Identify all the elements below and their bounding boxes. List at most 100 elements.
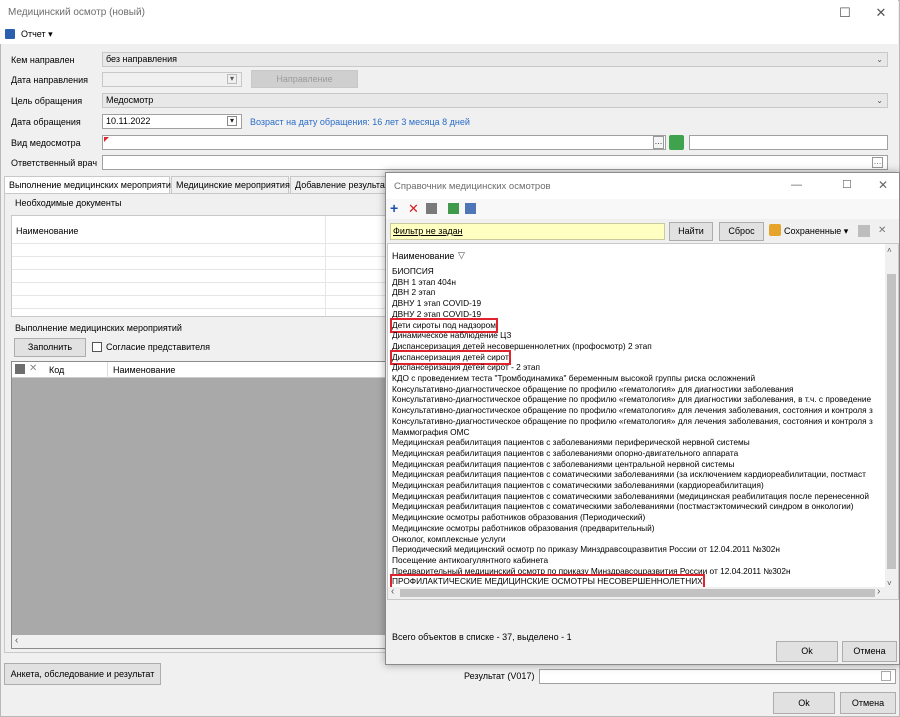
tab-medical-events[interactable]: Медицинские мероприятия	[171, 176, 290, 194]
delete-icon[interactable]: ✕	[408, 201, 419, 217]
maximize-icon[interactable]: ☐	[842, 178, 852, 191]
list-item[interactable]: Консультативно-диагностическое обращение…	[392, 384, 794, 395]
list-item-highlighted[interactable]: ПРОФИЛАКТИЧЕСКИЕ МЕДИЦИНСКИЕ ОСМОТРЫ НЕС…	[390, 574, 705, 590]
cancel-button[interactable]: Отмена	[840, 692, 896, 714]
list-item-highlighted[interactable]: Дети сироты под надзором	[390, 317, 498, 333]
plus-icon[interactable]	[15, 364, 25, 374]
h-scroll-thumb[interactable]	[400, 589, 875, 597]
list-item[interactable]: Онколог, комплексные услуги	[392, 534, 506, 545]
consent-checkbox[interactable]	[92, 342, 102, 352]
minimize-icon[interactable]: —	[791, 179, 802, 191]
saved-icon[interactable]	[769, 224, 781, 236]
list-item[interactable]: Медицинская реабилитация пациентов с сом…	[392, 501, 854, 512]
referred-by-select[interactable]: без направления ⌄	[102, 52, 888, 67]
scroll-left-icon[interactable]: ‹	[391, 586, 394, 597]
reset-button[interactable]: Сброс	[719, 222, 764, 241]
calendar-icon[interactable]: ▾	[227, 116, 237, 126]
list-item[interactable]: Медицинская реабилитация пациентов с заб…	[392, 459, 734, 470]
tab-add-result[interactable]: Добавление результат	[290, 176, 390, 194]
list-horizontal-scrollbar[interactable]: ‹ ›	[388, 586, 885, 599]
list-item[interactable]: Динамическое наблюдение ЦЗ	[392, 330, 511, 341]
anketa-button[interactable]: Анкета, обследование и результат	[4, 663, 161, 685]
table-row	[12, 269, 385, 270]
list-item[interactable]: Диспансеризация детей сирот - 2 этап	[392, 362, 540, 373]
list-item[interactable]: Медицинская реабилитация пациентов с сом…	[392, 480, 764, 491]
list-item[interactable]: Маммография ОМС	[392, 427, 470, 438]
doctor-field[interactable]: …	[102, 155, 888, 170]
ellipsis-icon[interactable]: …	[872, 157, 883, 168]
list-item[interactable]: ДВН 1 этап 404н	[392, 277, 456, 288]
scroll-down-icon[interactable]: ˅	[887, 579, 892, 588]
col-divider	[325, 216, 326, 316]
refresh-icon[interactable]	[669, 135, 684, 150]
maximize-icon[interactable]: ☐	[830, 3, 860, 23]
sort-icon[interactable]: ▽	[458, 250, 465, 261]
list-item[interactable]: ДВНУ 1 этап COVID-19	[392, 298, 481, 309]
horizontal-scrollbar[interactable]: ‹	[12, 635, 385, 648]
list-item[interactable]: Медицинские осмотры работников образован…	[392, 523, 655, 534]
scroll-right-icon[interactable]: ›	[877, 586, 880, 597]
report-menu[interactable]: Отчет ▾	[21, 29, 53, 40]
title-bar: Медицинский осмотр (новый) ☐ ✕	[0, 0, 898, 26]
refresh-icon[interactable]	[448, 203, 459, 214]
list-item[interactable]: Диспансеризация детей несовершеннолетних…	[392, 341, 652, 352]
add-icon[interactable]: +	[390, 200, 398, 216]
list-item[interactable]: Медицинская реабилитация пациентов с заб…	[392, 437, 750, 448]
vertical-scrollbar[interactable]: ˄ ˅	[885, 244, 898, 599]
referral-date-field[interactable]: ▾	[102, 72, 242, 87]
exam-type-extra-field[interactable]	[689, 135, 888, 150]
table-row	[12, 282, 385, 283]
export-icon[interactable]	[465, 203, 476, 214]
list-item[interactable]: КДО с проведением теста "Тромбодинамика"…	[392, 373, 755, 384]
exam-type-label: Вид медосмотра	[11, 138, 81, 148]
filter-link[interactable]: Фильтр не задан	[393, 226, 463, 236]
pin-icon[interactable]	[858, 225, 870, 237]
exam-list[interactable]: Наименование ▽ БИОПСИЯ ДВН 1 этап 404н ДВН…	[387, 243, 899, 600]
list-item[interactable]: БИОПСИЯ	[392, 266, 434, 277]
ok-button[interactable]: Ok	[773, 692, 835, 714]
visit-date-label: Дата обращения	[11, 117, 81, 127]
dialog-ok-button[interactable]: Ok	[776, 641, 838, 662]
fill-button[interactable]: Заполнить	[14, 338, 86, 357]
list-item[interactable]: Периодический медицинский осмотр по прик…	[392, 544, 780, 555]
table-row	[12, 243, 385, 244]
ellipsis-icon[interactable]: …	[653, 136, 664, 149]
purpose-select[interactable]: Медосмотр ⌄	[102, 93, 888, 108]
saved-dropdown[interactable]: Сохраненные ▾	[784, 226, 848, 237]
referral-button[interactable]: Направление	[251, 70, 358, 88]
scroll-thumb[interactable]	[887, 274, 896, 569]
docs-table: Наименование	[11, 215, 386, 317]
list-item[interactable]: ДВН 2 этап	[392, 287, 435, 298]
close-filter-icon[interactable]: ✕	[878, 225, 886, 236]
list-item[interactable]: Консультативно-диагностическое обращение…	[392, 405, 873, 416]
table-row	[12, 295, 385, 296]
scroll-up-icon[interactable]: ˄	[887, 246, 892, 255]
list-item[interactable]: Медицинская реабилитация пациентов с сом…	[392, 491, 869, 502]
list-item[interactable]: Консультативно-диагностическое обращение…	[392, 394, 871, 405]
list-item-highlighted[interactable]: Диспансеризация детей сирот	[390, 349, 511, 365]
list-item[interactable]: Консультативно-диагностическое обращение…	[392, 416, 873, 427]
calendar-icon[interactable]: ▾	[227, 74, 237, 84]
find-button[interactable]: Найти	[669, 222, 713, 241]
close-icon[interactable]: ✕	[866, 3, 896, 23]
events-table-header: ✕ Код Наименование	[12, 362, 385, 378]
list-item[interactable]: Медицинская реабилитация пациентов с заб…	[392, 448, 738, 459]
list-item[interactable]: Медицинская реабилитация пациентов с сом…	[392, 469, 866, 480]
properties-icon[interactable]	[426, 203, 437, 214]
delete-icon[interactable]: ✕	[29, 363, 37, 374]
list-item[interactable]: Медицинские осмотры работников образован…	[392, 512, 645, 523]
ellipsis-icon[interactable]	[881, 671, 891, 681]
filter-field[interactable]: Фильтр не задан	[390, 223, 665, 240]
close-icon[interactable]: ✕	[878, 178, 888, 192]
tab-execution[interactable]: Выполнение медицинских мероприятий	[4, 176, 176, 194]
list-column-header[interactable]: Наименование	[392, 251, 454, 261]
list-item[interactable]: Посещение антикоагулянтного кабинета	[392, 555, 548, 566]
list-item[interactable]: ДВНУ 2 этап COVID-19	[392, 309, 481, 320]
visit-date-field[interactable]: 10.11.2022 ▾	[102, 114, 242, 129]
list-item[interactable]: Предварительный медицинский осмотр по пр…	[392, 566, 791, 577]
result-field[interactable]	[539, 669, 896, 684]
exam-type-field[interactable]	[102, 135, 666, 150]
scroll-left-icon[interactable]: ‹	[15, 635, 18, 646]
save-icon[interactable]	[5, 29, 15, 39]
dialog-cancel-button[interactable]: Отмена	[842, 641, 897, 662]
